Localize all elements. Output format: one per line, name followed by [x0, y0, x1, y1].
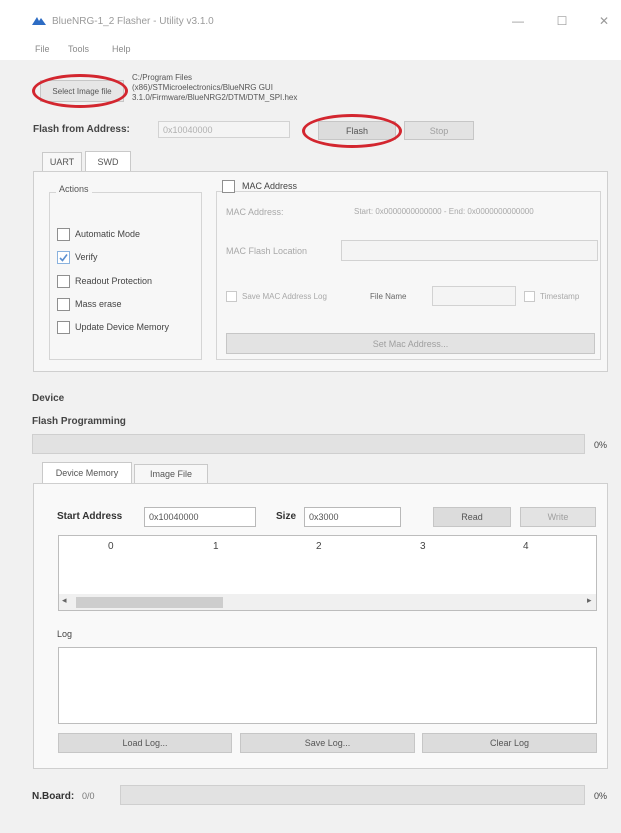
- timestamp-checkbox[interactable]: [524, 291, 535, 302]
- mac-flash-location-label: MAC Flash Location: [226, 246, 308, 256]
- tab-uart[interactable]: UART: [42, 152, 82, 171]
- checkmark-icon: [59, 254, 68, 262]
- automatic-mode-checkbox[interactable]: [57, 228, 70, 241]
- flash-progress-bar: [32, 434, 585, 454]
- flash-programming-label: Flash Programming: [32, 416, 126, 427]
- actions-title: Actions: [56, 184, 92, 194]
- column-header: 4: [523, 541, 529, 552]
- mac-address-label: MAC Address:: [226, 207, 284, 217]
- file-name-input[interactable]: [432, 286, 516, 306]
- set-mac-address-button[interactable]: Set Mac Address...: [226, 333, 595, 354]
- mac-address-range: Start: 0x0000000000000 - End: 0x00000000…: [354, 207, 534, 216]
- start-address-label: Start Address: [57, 511, 123, 522]
- mass-erase-label: Mass erase: [75, 299, 122, 309]
- mass-erase-checkbox[interactable]: [57, 298, 70, 311]
- save-mac-log-label: Save MAC Address Log: [242, 292, 327, 301]
- stop-button[interactable]: Stop: [404, 121, 474, 140]
- minimize-button[interactable]: —: [508, 14, 528, 28]
- device-label: Device: [32, 393, 65, 404]
- path-line: 3.1.0/Firmware/BlueNRG2/DTM/DTM_SPI.hex: [132, 93, 298, 102]
- update-device-memory-label: Update Device Memory: [75, 322, 170, 332]
- window-title: BlueNRG-1_2 Flasher - Utility v3.1.0: [52, 16, 214, 27]
- file-name-label: File Name: [370, 292, 407, 301]
- path-line: (x86)/STMicroelectronics/BlueNRG GUI: [132, 83, 273, 92]
- column-header: 1: [213, 541, 219, 552]
- scrollbar-thumb[interactable]: [76, 597, 223, 608]
- timestamp-label: Timestamp: [540, 292, 580, 301]
- write-button[interactable]: Write: [520, 507, 596, 527]
- automatic-mode-label: Automatic Mode: [75, 229, 141, 239]
- size-input[interactable]: 0x3000: [304, 507, 401, 527]
- verify-label: Verify: [75, 252, 98, 262]
- read-button[interactable]: Read: [433, 507, 511, 527]
- tab-image-file[interactable]: Image File: [134, 464, 208, 483]
- image-file-path: C:/Program Files (x86)/STMicroelectronic…: [132, 73, 297, 103]
- boards-value: 0/0: [82, 791, 95, 801]
- app-icon: [32, 17, 46, 25]
- flash-progress-percent: 0%: [594, 440, 608, 450]
- scroll-left-icon[interactable]: ◂: [62, 595, 67, 606]
- mac-flash-location-input[interactable]: [341, 240, 598, 261]
- menu-help[interactable]: Help: [112, 44, 131, 54]
- load-log-button[interactable]: Load Log...: [58, 733, 232, 753]
- clear-log-button[interactable]: Clear Log: [422, 733, 597, 753]
- boards-label: N.Board:: [32, 791, 75, 802]
- scroll-right-icon[interactable]: ▸: [587, 595, 592, 606]
- highlight-oval-flash: [302, 114, 402, 148]
- boards-progress-percent: 0%: [594, 791, 608, 801]
- save-mac-log-checkbox[interactable]: [226, 291, 237, 302]
- highlight-oval-select: [32, 74, 128, 108]
- flash-address-input[interactable]: 0x10040000: [158, 121, 290, 138]
- column-header: 2: [316, 541, 322, 552]
- maximize-button[interactable]: ☐: [552, 14, 572, 28]
- flash-from-address-label: Flash from Address:: [33, 124, 130, 135]
- start-address-input[interactable]: 0x10040000: [144, 507, 256, 527]
- menu-bar: [0, 40, 621, 60]
- update-device-memory-checkbox[interactable]: [57, 321, 70, 334]
- readout-protection-checkbox[interactable]: [57, 275, 70, 288]
- menu-tools[interactable]: Tools: [68, 44, 89, 54]
- tab-swd[interactable]: SWD: [85, 151, 131, 172]
- tab-device-memory[interactable]: Device Memory: [42, 462, 132, 483]
- mac-address-checkbox[interactable]: [222, 180, 235, 193]
- close-button[interactable]: ✕: [594, 14, 614, 28]
- size-label: Size: [276, 511, 297, 522]
- log-textarea[interactable]: [58, 647, 597, 724]
- log-label: Log: [57, 629, 73, 639]
- menu-file[interactable]: File: [35, 44, 50, 54]
- column-header: 3: [420, 541, 426, 552]
- readout-protection-label: Readout Protection: [75, 276, 153, 286]
- mac-address-title: MAC Address: [239, 181, 301, 191]
- column-header: 0: [108, 541, 114, 552]
- save-log-button[interactable]: Save Log...: [240, 733, 415, 753]
- verify-checkbox[interactable]: [57, 251, 70, 264]
- boards-progress-bar: [120, 785, 585, 805]
- path-line: C:/Program Files: [132, 73, 193, 82]
